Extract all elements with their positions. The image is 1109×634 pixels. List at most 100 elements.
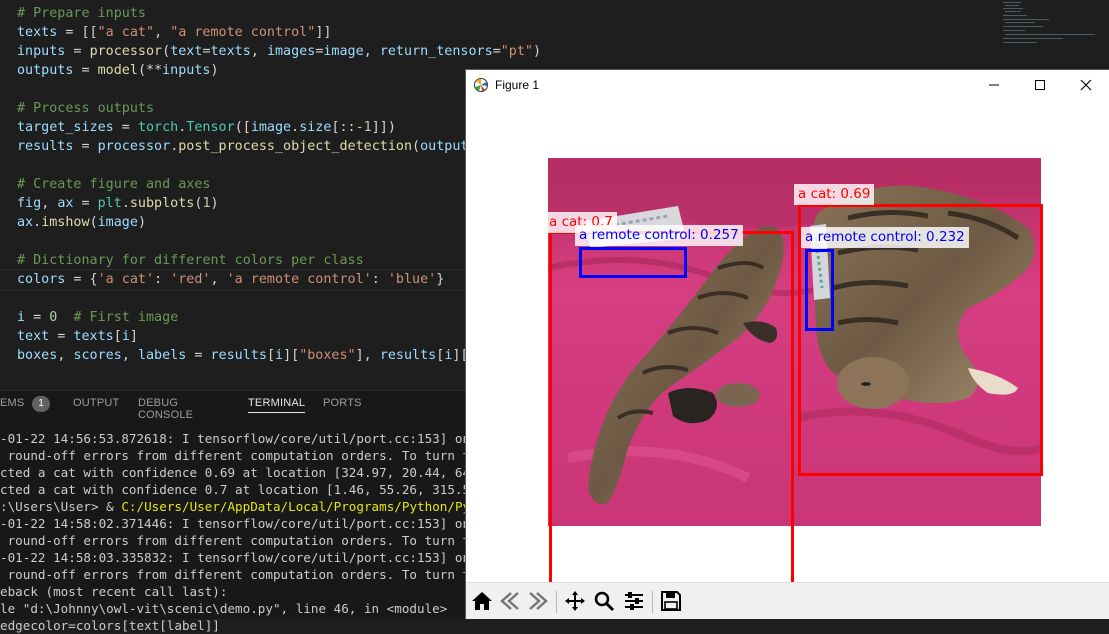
code-token: = [[ — [57, 25, 98, 40]
code-token: = — [113, 120, 138, 135]
code-token: ) — [210, 196, 219, 211]
code-token: ]] — [315, 25, 332, 40]
code-line: outputs = model(**inputs) — [17, 61, 219, 80]
code-line: target_sizes = torch.Tensor([image.size[… — [17, 118, 396, 137]
code-token: results — [17, 139, 74, 154]
toolbar-separator — [556, 591, 557, 613]
configure-subplots-button[interactable] — [622, 589, 646, 613]
code-token: labels — [137, 348, 187, 363]
code-token: 'a cat' — [97, 272, 155, 287]
terminal-line: -01-22 14:58:03.335832: I tensorflow/cor… — [0, 550, 501, 565]
code-token: ([ — [234, 120, 251, 135]
code-token: . — [291, 120, 300, 135]
detection-box — [805, 249, 834, 331]
code-token: texts — [17, 25, 58, 40]
code-token: ][ — [283, 348, 300, 363]
code-token: image — [97, 215, 138, 230]
code-token: imshow — [41, 215, 90, 230]
minimize-button[interactable] — [971, 70, 1017, 100]
code-token: inputs — [17, 44, 66, 59]
code-token: , — [250, 44, 267, 59]
code-line: text = texts[i] — [17, 327, 138, 346]
terminal-line: -01-22 14:56:53.872618: I tensorflow/cor… — [0, 431, 501, 446]
code-line: # Dictionary for different colors per cl… — [17, 251, 364, 270]
code-line: boxes, scores, labels = results[i]["boxe… — [17, 346, 493, 365]
code-token: image — [323, 44, 364, 59]
back-arrow-icon — [500, 592, 519, 610]
terminal-line: round-off errors from different computat… — [0, 533, 508, 548]
terminal-line: round-off errors from different computat… — [0, 448, 508, 463]
zoom-button[interactable] — [592, 589, 616, 613]
code-line: fig, ax = plt.subplots(1) — [17, 194, 219, 213]
pan-button[interactable] — [563, 589, 587, 613]
detection-box — [549, 231, 794, 597]
minimap[interactable] — [995, 0, 1095, 50]
code-token: "boxes" — [299, 348, 356, 363]
tab-debug-console[interactable]: DEBUG CONSOLE — [138, 397, 193, 421]
window-titlebar[interactable]: Figure 1 — [466, 70, 1109, 100]
code-token: Tensor — [186, 120, 235, 135]
tab-terminal[interactable]: TERMINAL — [248, 397, 306, 413]
save-figure-button[interactable] — [659, 589, 683, 613]
code-line: # Prepare inputs — [17, 4, 146, 23]
code-line: results = processor.post_process_object_… — [17, 137, 493, 156]
code-token: i — [121, 329, 130, 344]
configure-subplots-icon — [625, 592, 643, 610]
code-token: text — [17, 329, 50, 344]
terminal-prompt-line: :\Users\User> & C:/Users/User/AppData/Lo… — [0, 498, 508, 515]
code-token: [ — [113, 329, 122, 344]
code-line: colors = {'a cat': 'red', 'a remote cont… — [17, 270, 444, 289]
code-token: = — [73, 63, 98, 78]
code-token: return_tensors — [379, 44, 493, 59]
forward-button[interactable] — [526, 589, 550, 613]
code-token: = — [65, 44, 90, 59]
minimize-icon — [989, 84, 999, 86]
code-token: target_sizes — [17, 120, 114, 135]
zoom-magnifier-icon — [594, 591, 615, 612]
tab-problems[interactable]: EMS — [0, 397, 24, 409]
figure-canvas[interactable]: a cat: 0.7 a cat: 0.69 a remote control: 0… — [466, 100, 1109, 597]
code-line: inputs = processor(text=texts, images=im… — [17, 42, 541, 61]
code-token: # First image — [73, 310, 179, 325]
code-token: , — [363, 44, 380, 59]
code-token: = { — [65, 272, 98, 287]
code-token: ( — [89, 215, 98, 230]
close-button[interactable] — [1063, 70, 1109, 100]
code-token: = — [492, 44, 501, 59]
code-token: "pt" — [500, 44, 533, 59]
tab-output[interactable]: OUTPUT — [73, 397, 119, 409]
code-token: . — [121, 196, 130, 211]
terminal-line: eback (most recent call last): — [0, 584, 228, 599]
code-line: i = 0 # First image — [17, 308, 178, 327]
maximize-icon — [1035, 80, 1045, 90]
code-token: text — [170, 44, 203, 59]
code-token: results — [210, 348, 267, 363]
code-token: ], — [355, 348, 380, 363]
maximize-button[interactable] — [1017, 70, 1063, 100]
figure-navigation-toolbar — [466, 582, 1109, 619]
code-token: = — [73, 139, 98, 154]
code-token: # Create figure and axes — [17, 177, 211, 192]
tab-ports[interactable]: PORTS — [323, 397, 362, 409]
code-token: ( — [412, 139, 421, 154]
code-token: ) — [137, 215, 146, 230]
code-token: , — [121, 348, 138, 363]
code-token: images — [266, 44, 316, 59]
code-token: i — [17, 310, 26, 325]
back-button[interactable] — [498, 589, 522, 613]
home-button[interactable] — [470, 589, 494, 613]
code-token: = — [73, 196, 98, 211]
code-token: texts — [210, 44, 251, 59]
code-token: # Process outputs — [17, 101, 155, 116]
code-token: inputs — [162, 63, 211, 78]
code-token: outputs — [17, 63, 74, 78]
code-token: } — [436, 272, 445, 287]
code-token: 1 — [202, 196, 211, 211]
window-title: Figure 1 — [495, 78, 540, 92]
terminal-line: cted a cat with confidence 0.69 at locat… — [0, 465, 508, 480]
code-token: = — [25, 310, 50, 325]
code-token: boxes — [17, 348, 58, 363]
matplotlib-figure-window: Figure 1 a cat: 0.7 a cat: 0.69 a remote… — [466, 70, 1109, 619]
terminal-python-path: C:/Users/User/AppData/Local/Programs/Pyt… — [121, 499, 509, 514]
